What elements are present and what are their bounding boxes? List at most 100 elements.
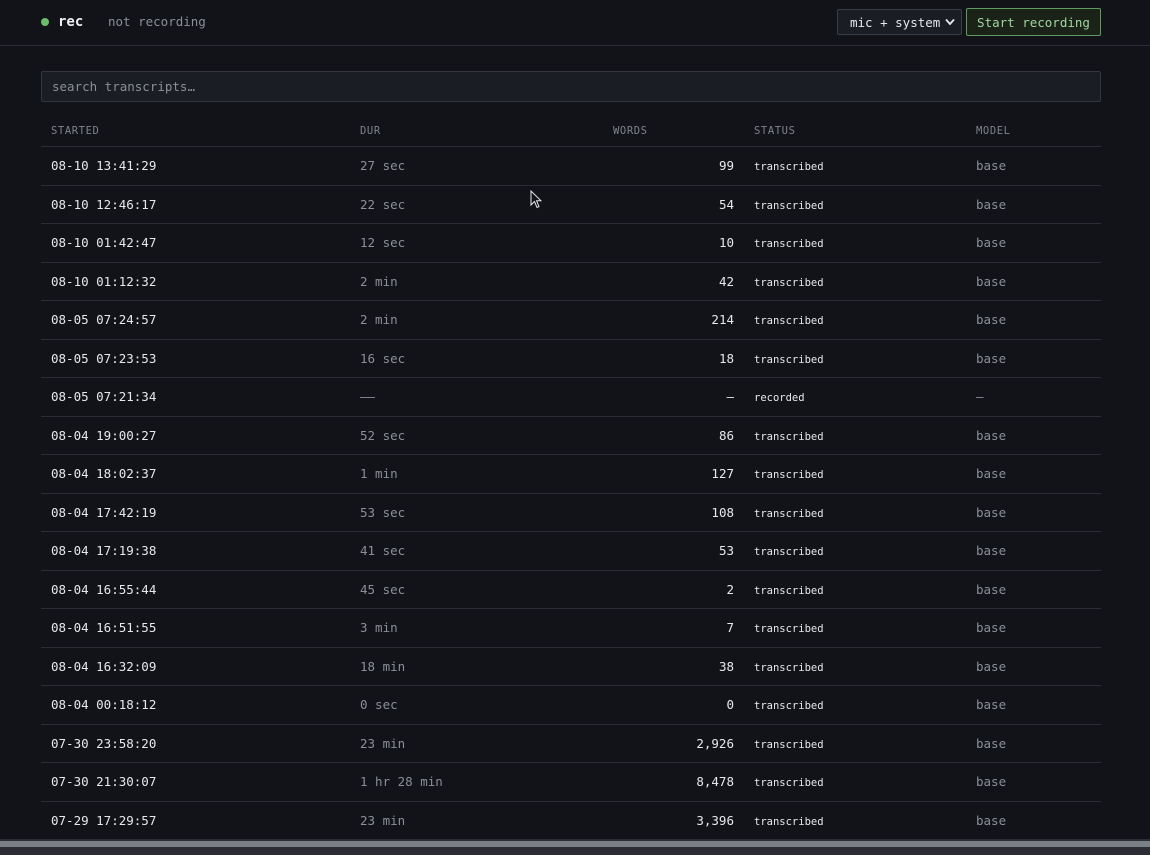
column-header-words[interactable]: WORDS xyxy=(613,125,648,137)
cell-model: base xyxy=(976,581,1007,597)
cell-started: 08-04 16:32:09 xyxy=(51,658,157,674)
cell-model: base xyxy=(976,350,1007,366)
cell-started: 08-10 12:46:17 xyxy=(51,196,157,212)
cell-started: 08-04 17:19:38 xyxy=(51,543,157,558)
cell-status: transcribed xyxy=(754,777,824,789)
table-row[interactable]: 08-04 17:42:19 53 sec 108 transcribed base xyxy=(41,494,1101,532)
table-row[interactable]: 08-04 19:00:27 52 sec 86 transcribed base xyxy=(41,417,1101,455)
cell-status: transcribed xyxy=(754,700,824,712)
cell-duration: 18 min xyxy=(360,658,406,674)
cell-words: 53 xyxy=(718,543,734,558)
table-row[interactable]: 08-04 17:19:38 41 sec 53 transcribed base xyxy=(41,532,1101,571)
cell-started: 08-04 18:02:37 xyxy=(51,466,157,481)
recording-status-dot-icon xyxy=(41,18,49,26)
search-input[interactable]: search transcripts… xyxy=(41,71,1101,102)
cell-status: transcribed xyxy=(754,815,824,828)
search-placeholder: search transcripts… xyxy=(52,79,195,94)
mouse-cursor-icon xyxy=(530,190,542,209)
cell-words: 54 xyxy=(718,196,734,212)
table-row[interactable]: 07-30 23:58:20 23 min 2,926 transcribed base xyxy=(41,725,1101,763)
column-header-duration[interactable]: DUR xyxy=(360,125,381,137)
cell-model: base xyxy=(976,620,1007,635)
table-row[interactable]: 08-10 12:46:17 22 sec 54 transcribed base xyxy=(41,186,1101,224)
transcripts-table: STARTED DUR WORDS STATUS MODEL 08-10 13:… xyxy=(41,115,1101,840)
cell-model: base xyxy=(976,812,1007,828)
horizontal-scrollbar[interactable] xyxy=(0,839,1150,855)
column-header-started[interactable]: STARTED xyxy=(51,125,99,137)
cell-words: 127 xyxy=(711,466,734,481)
table-row[interactable]: 08-04 16:55:44 45 sec 2 transcribed base xyxy=(41,571,1101,609)
cell-duration: 52 sec xyxy=(360,427,406,443)
start-recording-button[interactable]: Start recording xyxy=(966,8,1101,36)
cell-words: 99 xyxy=(718,158,734,173)
cell-started: 08-05 07:23:53 xyxy=(51,350,157,366)
table-row[interactable]: 08-05 07:21:34 —— — recorded — xyxy=(41,378,1101,417)
cell-words: 42 xyxy=(718,273,734,289)
cell-words: 7 xyxy=(726,620,734,635)
cell-started: 07-30 23:58:20 xyxy=(51,735,157,751)
table-row[interactable]: 08-10 13:41:29 27 sec 99 transcribed base xyxy=(41,147,1101,186)
cell-started: 08-04 17:42:19 xyxy=(51,504,157,520)
cell-words: 108 xyxy=(711,504,734,520)
cell-started: 08-10 13:41:29 xyxy=(51,158,157,173)
cell-started: 08-05 07:24:57 xyxy=(51,312,157,327)
cell-model: base xyxy=(976,427,1007,443)
cell-started: 08-05 07:21:34 xyxy=(51,389,157,404)
cell-status: transcribed xyxy=(754,546,824,558)
cell-started: 08-04 19:00:27 xyxy=(51,427,157,443)
scrollbar-thumb[interactable] xyxy=(0,841,1150,847)
cell-words: 0 xyxy=(726,697,734,712)
cell-duration: 22 sec xyxy=(360,196,406,212)
cell-model: base xyxy=(976,697,1007,712)
table-header: STARTED DUR WORDS STATUS MODEL xyxy=(41,115,1101,147)
cell-status: transcribed xyxy=(754,199,824,212)
cell-started: 08-10 01:12:32 xyxy=(51,273,157,289)
cell-duration: 23 min xyxy=(360,812,406,828)
cell-duration: 23 min xyxy=(360,735,406,751)
cell-status: transcribed xyxy=(754,276,824,289)
top-bar: rec not recording mic + system Start rec… xyxy=(0,0,1150,46)
cell-duration: 1 hr 28 min xyxy=(360,774,443,789)
cell-model: base xyxy=(976,735,1007,751)
audio-source-select[interactable]: mic + system xyxy=(837,9,962,35)
column-header-status[interactable]: STATUS xyxy=(754,125,796,137)
cell-duration: 3 min xyxy=(360,620,398,635)
cell-words: 10 xyxy=(718,235,734,250)
cell-duration: 45 sec xyxy=(360,581,406,597)
cell-words: 3,396 xyxy=(696,812,734,828)
cell-duration: 1 min xyxy=(360,466,398,481)
table-row[interactable]: 08-10 01:42:47 12 sec 10 transcribed base xyxy=(41,224,1101,263)
cell-words: 2 xyxy=(726,581,734,597)
table-body: 08-10 13:41:29 27 sec 99 transcribed base 08-… xyxy=(41,147,1101,840)
table-row[interactable]: 08-04 00:18:12 0 sec 0 transcribed base xyxy=(41,686,1101,725)
cell-words: 86 xyxy=(718,427,734,443)
cell-status: transcribed xyxy=(754,469,824,481)
cell-duration: 41 sec xyxy=(360,543,406,558)
cell-words: 8,478 xyxy=(696,774,734,789)
cell-status: transcribed xyxy=(754,353,824,366)
cell-status: transcribed xyxy=(754,430,824,443)
table-row[interactable]: 07-29 17:29:57 23 min 3,396 transcribed base xyxy=(41,802,1101,840)
table-row[interactable]: 08-10 01:12:32 2 min 42 transcribed base xyxy=(41,263,1101,301)
table-row[interactable]: 08-05 07:24:57 2 min 214 transcribed base xyxy=(41,301,1101,340)
cell-started: 08-04 00:18:12 xyxy=(51,697,157,712)
cell-started: 07-30 21:30:07 xyxy=(51,774,157,789)
cell-words: 18 xyxy=(718,350,734,366)
table-row[interactable]: 08-05 07:23:53 16 sec 18 transcribed base xyxy=(41,340,1101,378)
table-row[interactable]: 07-30 21:30:07 1 hr 28 min 8,478 transcribe… xyxy=(41,763,1101,802)
cell-status: recorded xyxy=(754,392,805,404)
cell-words: 2,926 xyxy=(696,735,734,751)
column-header-model[interactable]: MODEL xyxy=(976,125,1011,137)
table-row[interactable]: 08-04 18:02:37 1 min 127 transcribed base xyxy=(41,455,1101,494)
cell-status: transcribed xyxy=(754,738,824,751)
cell-model: base xyxy=(976,504,1007,520)
table-row[interactable]: 08-04 16:51:55 3 min 7 transcribed base xyxy=(41,609,1101,648)
audio-source-value: mic + system xyxy=(850,14,941,30)
cell-model: base xyxy=(976,235,1007,250)
cell-model: base xyxy=(976,658,1007,674)
cell-status: transcribed xyxy=(754,315,824,327)
app-title: rec xyxy=(58,14,84,30)
cell-model: — xyxy=(976,389,984,404)
table-row[interactable]: 08-04 16:32:09 18 min 38 transcribed base xyxy=(41,648,1101,686)
cell-model: base xyxy=(976,543,1007,558)
